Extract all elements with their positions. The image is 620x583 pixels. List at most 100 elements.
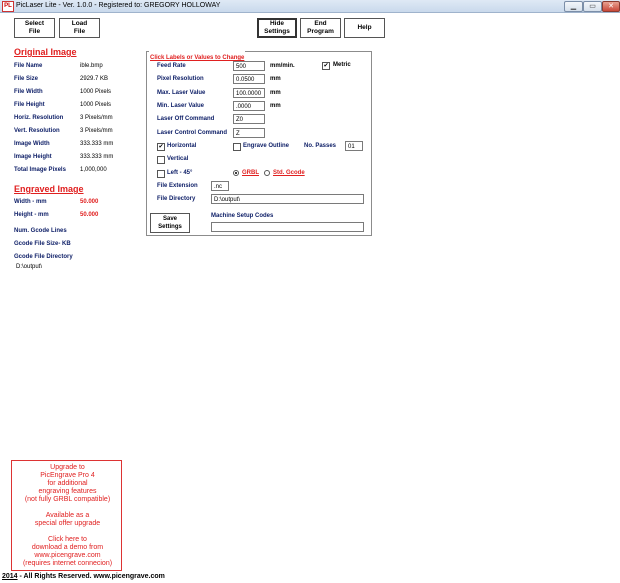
laser-control-field[interactable]: Z bbox=[233, 128, 265, 138]
laser-off-label[interactable]: Laser Off Command bbox=[157, 116, 214, 122]
grbl-radio[interactable] bbox=[233, 170, 239, 176]
settings-heading-wrap: Click Labels or Values to Change bbox=[149, 46, 246, 64]
pixel-resolution-label[interactable]: Pixel Resolution bbox=[157, 76, 204, 82]
total-pixels-value: 1,000,000 bbox=[80, 167, 107, 173]
upgrade-line: download a demo from bbox=[31, 544, 104, 551]
file-width-label: File Width bbox=[14, 89, 43, 95]
horizontal-checkbox[interactable]: ✔ bbox=[157, 143, 165, 151]
min-laser-label[interactable]: Min. Laser Value bbox=[157, 103, 204, 109]
image-height-label: Image Height bbox=[14, 154, 52, 160]
left45-checkbox[interactable] bbox=[157, 170, 165, 178]
gcode-lines-label: Num. Gcode Lines bbox=[14, 228, 67, 234]
upgrade-line: Click here to bbox=[48, 536, 87, 543]
file-width-value: 1000 Pixels bbox=[80, 89, 112, 95]
image-width-value: 333.333 mm bbox=[80, 141, 114, 147]
image-height-value: 333.333 mm bbox=[80, 154, 114, 160]
laser-off-field[interactable]: Z0 bbox=[233, 114, 265, 124]
machine-setup-label: Machine Setup Codes bbox=[211, 213, 274, 219]
upgrade-promo[interactable]: Upgrade to PicEngrave Pro 4 for addition… bbox=[11, 460, 122, 571]
upgrade-line: PicEngrave Pro 4 bbox=[40, 472, 95, 479]
hide-settings-button[interactable]: Hide Settings bbox=[257, 18, 297, 38]
maximize-icon[interactable]: ▭ bbox=[583, 1, 602, 12]
settings-heading: Click Labels or Values to Change bbox=[150, 55, 245, 61]
max-laser-label[interactable]: Max. Laser Value bbox=[157, 90, 205, 96]
hide-settings-label: Hide Settings bbox=[264, 20, 290, 35]
engraved-width-value: 50.000 bbox=[80, 199, 99, 205]
file-size-label: File Size bbox=[14, 76, 39, 82]
horizontal-label[interactable]: Horizontal bbox=[167, 143, 196, 149]
min-laser-unit: mm bbox=[270, 103, 281, 109]
save-settings-button[interactable]: Save Settings bbox=[150, 213, 190, 233]
footer-year: 2014 bbox=[2, 573, 18, 580]
engraved-width-label: Width - mm bbox=[14, 199, 47, 205]
horiz-resolution-value: 3 Pixels/mm bbox=[80, 115, 113, 121]
feed-rate-unit: mm/min. bbox=[270, 63, 295, 69]
total-pixels-label: Total Image Pixels bbox=[14, 167, 66, 173]
engrave-outline-label[interactable]: Engrave Outline bbox=[243, 143, 289, 149]
upgrade-line: www.picengrave.com bbox=[34, 552, 101, 559]
grbl-label[interactable]: GRBL bbox=[242, 170, 259, 176]
max-laser-field[interactable]: 100.0000 bbox=[233, 88, 265, 98]
laser-control-label[interactable]: Laser Control Command bbox=[157, 130, 227, 136]
select-file-button[interactable]: Select File bbox=[14, 18, 55, 38]
image-width-label: Image Width bbox=[14, 141, 50, 147]
engrave-outline-checkbox[interactable] bbox=[233, 143, 241, 151]
metric-checkbox[interactable]: ✔ bbox=[322, 62, 330, 70]
help-button[interactable]: Help bbox=[344, 18, 385, 38]
gcode-size-label: Gcode File Size- KB bbox=[14, 241, 71, 247]
machine-setup-field[interactable] bbox=[211, 222, 364, 232]
load-file-button[interactable]: Load File bbox=[59, 18, 100, 38]
file-height-label: File Height bbox=[14, 102, 45, 108]
file-name-value: ible.bmp bbox=[80, 63, 103, 69]
upgrade-line: special offer upgrade bbox=[34, 520, 101, 527]
app-icon: PL bbox=[2, 1, 14, 12]
feed-rate-field[interactable]: 500 bbox=[233, 61, 265, 71]
metric-label[interactable]: Metric bbox=[333, 62, 351, 68]
engraved-image-heading: Engraved Image bbox=[14, 184, 84, 194]
vert-resolution-value: 3 Pixels/mm bbox=[80, 128, 113, 134]
vert-resolution-label: Vert. Resolution bbox=[14, 128, 60, 134]
upgrade-line: engraving features bbox=[38, 488, 97, 495]
feed-rate-label[interactable]: Feed Rate bbox=[157, 63, 186, 69]
load-file-label: Load File bbox=[71, 20, 88, 35]
min-laser-field[interactable]: .0000 bbox=[233, 101, 265, 111]
file-directory-label[interactable]: File Directory bbox=[157, 196, 195, 202]
minimize-icon[interactable]: ▁ bbox=[564, 1, 583, 12]
select-file-label: Select File bbox=[24, 20, 45, 35]
file-size-value: 2929.7 KB bbox=[80, 76, 109, 82]
pixel-resolution-unit: mm bbox=[270, 76, 281, 82]
footer-copyright: 2014 - All Rights Reserved. www.picengra… bbox=[2, 573, 165, 580]
vertical-checkbox[interactable] bbox=[157, 156, 165, 164]
horiz-resolution-label: Horiz. Resolution bbox=[14, 115, 64, 121]
engraved-height-label: Height - mm bbox=[14, 212, 49, 218]
close-icon[interactable]: ✕ bbox=[602, 1, 620, 12]
std-gcode-radio[interactable] bbox=[264, 170, 270, 176]
save-settings-label: Save Settings bbox=[158, 216, 182, 230]
vertical-label[interactable]: Vertical bbox=[167, 156, 188, 162]
no-passes-field[interactable]: 01 bbox=[345, 141, 363, 151]
upgrade-line: (requires internet connecion) bbox=[22, 560, 113, 567]
window-title: PicLaser Lite - Ver. 1.0.0 - Registered … bbox=[16, 2, 221, 9]
end-program-label: End Program bbox=[307, 20, 334, 35]
original-image-heading: Original Image bbox=[14, 47, 77, 57]
upgrade-line: for additional bbox=[47, 480, 88, 487]
file-name-label: File Name bbox=[14, 63, 43, 69]
no-passes-label[interactable]: No. Passes bbox=[304, 143, 336, 149]
end-program-button[interactable]: End Program bbox=[300, 18, 341, 38]
file-extension-label[interactable]: File Extension bbox=[157, 183, 198, 189]
file-directory-field[interactable]: D:\output\ bbox=[211, 194, 364, 204]
gcode-dir-value: D:\output\ bbox=[16, 264, 43, 270]
gcode-dir-label: Gcode File Directory bbox=[14, 254, 73, 260]
file-height-value: 1000 Pixels bbox=[80, 102, 112, 108]
left45-label[interactable]: Left - 45° bbox=[167, 170, 192, 176]
pixel-resolution-field[interactable]: 0.0500 bbox=[233, 74, 265, 84]
upgrade-line: Available as a bbox=[45, 512, 90, 519]
engraved-height-value: 50.000 bbox=[80, 212, 99, 218]
std-gcode-label[interactable]: Std. Gcode bbox=[273, 170, 305, 176]
file-extension-field[interactable]: .nc bbox=[211, 181, 229, 191]
help-label: Help bbox=[357, 24, 372, 31]
max-laser-unit: mm bbox=[270, 90, 281, 96]
upgrade-line: Upgrade to bbox=[50, 464, 85, 471]
footer-text: - All Rights Reserved. www.picengrave.co… bbox=[17, 573, 165, 580]
upgrade-line: (not fully GRBL compatible) bbox=[24, 496, 111, 503]
